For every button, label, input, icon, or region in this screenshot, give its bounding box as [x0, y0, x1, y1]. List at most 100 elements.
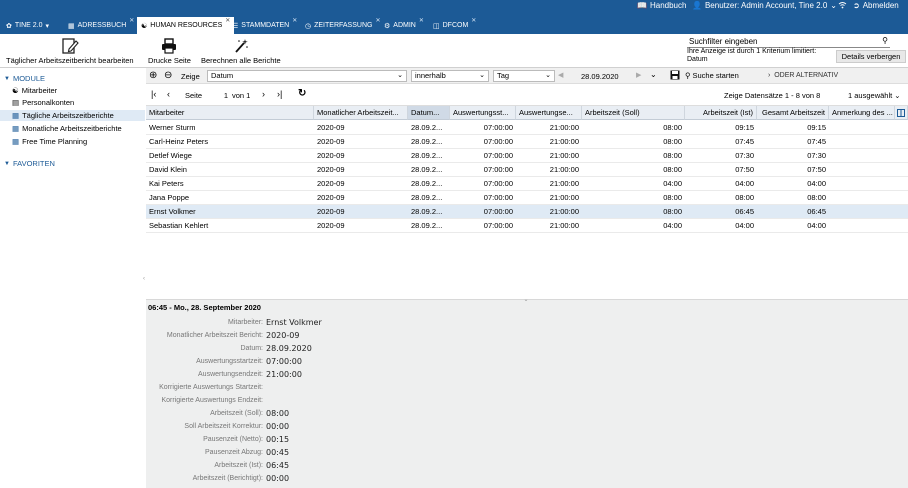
compute-all-button[interactable]: Berechnen alle Berichte	[201, 36, 281, 65]
chevron-down-icon: ⌄	[479, 72, 485, 79]
cell-anmerkung	[829, 177, 895, 191]
column-header-datum[interactable]: Datum...	[408, 106, 450, 120]
tab-tine[interactable]: ✿ TINE 2.0 ▾	[2, 17, 53, 34]
sidebar-item-taegliche-arbeitszeitberichte[interactable]: ▦ Tägliche Arbeitszeitberichte	[0, 110, 145, 121]
logout-icon: ➲	[853, 1, 860, 10]
cell-arbeitszeit-soll: 08:00	[663, 193, 682, 202]
filter-toolbar: ⊕ ⊖ Zeige Datum ⌄ innerhalb ⌄ Tag ⌄ ◀ 28.09…	[146, 68, 908, 84]
cell-gesamt-arbeitszeit: 08:00	[807, 193, 826, 202]
print-page-button[interactable]: Drucke Seite	[148, 36, 191, 65]
tab-adressbuch[interactable]: ▦ ADRESSBUCH ✕	[64, 17, 138, 34]
splitter-handle[interactable]: ⌄	[518, 296, 534, 303]
cell-auswertungsstart: 07:00:00	[483, 151, 513, 160]
close-icon[interactable]: ✕	[292, 17, 297, 24]
next-period-icon[interactable]: ▶	[636, 71, 641, 79]
detail-field-label: Auswertungsstartzeit:	[196, 358, 263, 365]
column-header-arbeitszeit-ist[interactable]: Arbeitszeit (Ist)	[685, 106, 757, 120]
cell-arbeitszeit-ist: 07:45	[735, 137, 754, 146]
tab-stammdaten[interactable]: ☰ STAMMDATEN ✕	[228, 17, 301, 34]
edit-icon	[61, 36, 79, 56]
table-row[interactable]: Kai Peters 2020-09 28.09.2... 07:00:00 21:00…	[146, 177, 908, 191]
close-icon[interactable]: ✕	[419, 17, 424, 24]
table-row[interactable]: Jana Poppe 2020-09 28.09.2... 07:00:00 21:00…	[146, 191, 908, 205]
page-label: Seite	[185, 91, 203, 100]
filter-date-value: 28.09.2020	[581, 72, 619, 81]
table-row[interactable]: Werner Sturm 2020-09 28.09.2... 07:00:00 21:…	[146, 121, 908, 135]
cell-gesamt-arbeitszeit: 07:50	[807, 165, 826, 174]
cell-gesamt-arbeitszeit: 06:45	[807, 207, 826, 216]
filter-period-select[interactable]: Tag ⌄	[493, 70, 555, 82]
next-page-icon[interactable]: ›	[262, 89, 265, 99]
cell-auswertungsstart: 07:00:00	[483, 165, 513, 174]
close-icon[interactable]: ✕	[129, 17, 134, 24]
column-header-monatlicher-bericht[interactable]: Monatlicher Arbeitszeit...	[314, 106, 408, 120]
refresh-icon[interactable]: ↻	[298, 88, 306, 99]
or-alternative-link[interactable]: › ODER ALTERNATIV	[768, 72, 838, 79]
sidebar-item-free-time-planning[interactable]: ▦ Free Time Planning	[12, 136, 87, 147]
user-menu[interactable]: 👤 Benutzer: Admin Account, Tine 2.0 ⌄	[692, 1, 837, 10]
previous-page-icon[interactable]: ‹	[167, 89, 170, 99]
cell-anmerkung	[829, 149, 895, 163]
tab-human-resources[interactable]: ☯ HUMAN RESOURCES ✕	[137, 17, 235, 34]
hide-details-button[interactable]: Details verbergen	[836, 50, 906, 63]
logout-link[interactable]: ➲ Abmelden	[853, 1, 899, 10]
table-row[interactable]: Ernst Volkmer 2020-09 28.09.2... 07:00:00 21…	[146, 205, 908, 219]
column-header-auswertungsstart[interactable]: Auswertungsst...	[450, 106, 516, 120]
detail-field-value: 21:00:00	[266, 370, 302, 379]
chevron-down-icon[interactable]: ⌄	[650, 70, 657, 79]
save-filter-icon[interactable]	[670, 70, 680, 82]
sidebar-item-monatliche-arbeitszeitberichte[interactable]: ▦ Monatliche Arbeitszeitberichte	[12, 123, 122, 134]
cell-monatlicher-bericht: 2020-09	[317, 137, 345, 146]
cell-datum: 28.09.2...	[411, 151, 443, 160]
module-section-toggle[interactable]: ▼ MODULE	[4, 73, 45, 84]
close-icon[interactable]: ✕	[471, 17, 476, 24]
table-row[interactable]: Sebastian Kehlert 2020-09 28.09.2... 07:00:…	[146, 219, 908, 233]
filter-operator-select[interactable]: innerhalb ⌄	[411, 70, 489, 82]
cell-monatlicher-bericht: 2020-09	[317, 221, 345, 230]
cell-arbeitszeit-ist: 07:50	[735, 165, 754, 174]
page-input[interactable]: 1	[208, 91, 228, 100]
magic-wand-icon	[233, 36, 249, 56]
selection-count[interactable]: 1 ausgewählt ⌄	[848, 91, 901, 100]
favoriten-section-toggle[interactable]: ▼ FAVORITEN	[4, 158, 55, 169]
employee-icon: ☯	[12, 86, 19, 95]
first-page-icon[interactable]: |‹	[151, 89, 156, 99]
detail-panel: ⌄ 06:45 - Mo., 28. September 2020 Mitarb…	[146, 296, 908, 488]
cell-auswertungsende: 21:00:00	[549, 123, 579, 132]
triangle-down-icon: ▼	[4, 160, 10, 167]
cell-arbeitszeit-ist: 04:00	[735, 221, 754, 230]
column-header-anmerkung[interactable]: Anmerkung des ...	[829, 106, 895, 120]
detail-field-value: 28.09.2020	[266, 344, 312, 353]
cell-anmerkung	[829, 219, 895, 233]
cell-arbeitszeit-soll: 08:00	[663, 151, 682, 160]
cell-arbeitszeit-soll: 08:00	[663, 165, 682, 174]
tab-zeiterfassung[interactable]: ◷ ZEITERFASSUNG ✕	[301, 17, 384, 34]
search-icon[interactable]: ⚲	[882, 36, 888, 45]
tab-dfcom[interactable]: ◫ DFCOM ✕	[429, 17, 480, 34]
table-row[interactable]: David Klein 2020-09 28.09.2... 07:00:00 21:0…	[146, 163, 908, 177]
start-search-button[interactable]: ⚲ Suche starten	[685, 71, 739, 80]
table-row[interactable]: Detlef Wiege 2020-09 28.09.2... 07:00:00 21:…	[146, 149, 908, 163]
column-header-arbeitszeit-soll[interactable]: Arbeitszeit (Soll)	[582, 106, 685, 120]
remove-filter-icon[interactable]: ⊖	[164, 70, 172, 81]
handbuch-link[interactable]: 📖 Handbuch	[637, 1, 686, 10]
search-input[interactable]: Suchfilter eingeben ⚲	[687, 36, 890, 48]
edit-report-button[interactable]: Täglicher Arbeitszeitbericht bearbeiten	[6, 36, 134, 65]
filter-field-select[interactable]: Datum ⌄	[207, 70, 407, 82]
column-header-auswertungsende[interactable]: Auswertungse...	[516, 106, 582, 120]
table-row[interactable]: Carl-Heinz Peters 2020-09 28.09.2... 07:00:…	[146, 135, 908, 149]
cell-mitarbeiter: Jana Poppe	[149, 193, 190, 202]
collapse-sidebar-icon[interactable]: ‹	[143, 276, 145, 282]
tab-admin[interactable]: ⚙ ADMIN ✕	[380, 17, 428, 34]
last-page-icon[interactable]: ›|	[277, 89, 282, 99]
sidebar-item-personalkonten[interactable]: ▤ Personalkonten	[12, 97, 74, 108]
cell-arbeitszeit-soll: 08:00	[663, 207, 682, 216]
top-bar: 📖 Handbuch 👤 Benutzer: Admin Account, Ti…	[0, 0, 908, 12]
cell-monatlicher-bericht: 2020-09	[317, 193, 345, 202]
column-header-mitarbeiter[interactable]: Mitarbeiter	[146, 106, 314, 120]
previous-period-icon[interactable]: ◀	[558, 71, 563, 79]
sidebar-item-mitarbeiter[interactable]: ☯ Mitarbeiter	[12, 85, 57, 96]
column-header-gesamt-arbeitszeit[interactable]: Gesamt Arbeitszeit	[757, 106, 829, 120]
add-filter-icon[interactable]: ⊕	[149, 70, 157, 81]
column-chooser-icon[interactable]	[895, 106, 908, 120]
